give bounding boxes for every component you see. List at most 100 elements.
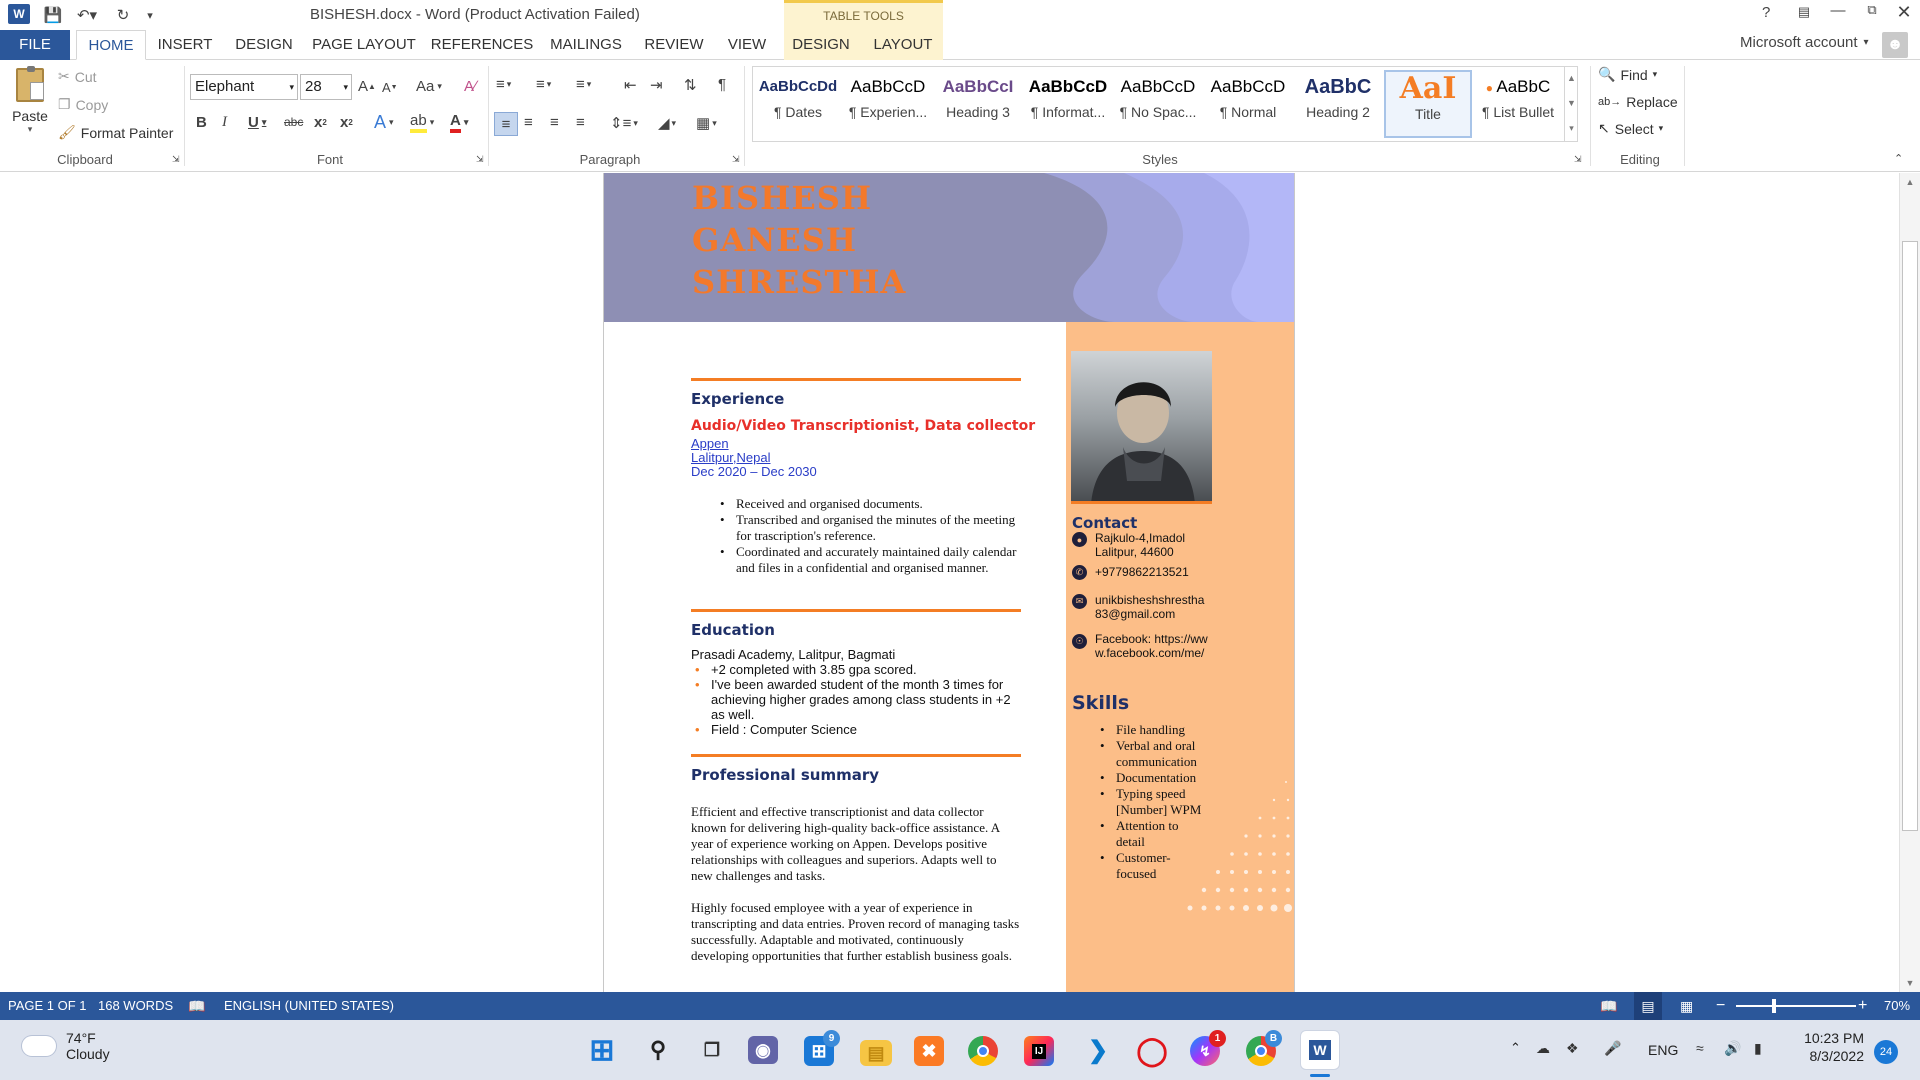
text-effects-icon[interactable]: A ▾ <box>374 112 394 133</box>
align-right-icon[interactable]: ≡ <box>550 114 559 131</box>
zoom-out-icon[interactable]: − <box>1716 992 1725 1020</box>
clear-formatting-icon[interactable]: A∕ <box>464 78 477 95</box>
zoom-in-icon[interactable]: + <box>1858 992 1867 1020</box>
ribbon-display-options-icon[interactable]: ▤ <box>1794 4 1814 20</box>
bold-icon[interactable]: B <box>196 114 207 131</box>
word-app-icon[interactable]: W <box>8 4 30 24</box>
chrome-icon[interactable] <box>968 1036 998 1066</box>
format-painter-button[interactable]: 🖌 Format Painter <box>58 124 173 141</box>
wifi-icon[interactable]: ≈ <box>1696 1040 1704 1056</box>
onedrive-icon[interactable]: ☁ <box>1536 1040 1550 1057</box>
zoom-level[interactable]: 70% <box>1884 992 1910 1020</box>
underline-icon[interactable]: U ▾ <box>248 114 266 131</box>
font-family-select[interactable]: Elephant ▾ <box>190 74 298 100</box>
strikethrough-icon[interactable]: abc <box>284 115 303 129</box>
style-list-bullet[interactable]: ● AaBbC ¶ List Bullet <box>1474 70 1562 138</box>
tab-table-design[interactable]: DESIGN <box>788 30 854 60</box>
tab-home[interactable]: HOME <box>76 30 146 60</box>
highlight-color-icon[interactable]: ab ▾ <box>410 112 434 133</box>
copy-button[interactable]: ❐ Copy <box>58 96 108 113</box>
style-dates[interactable]: AaBbCcDd ¶ Dates <box>754 70 842 138</box>
help-button[interactable]: ? <box>1762 4 1770 21</box>
borders-icon[interactable]: ▦ ▾ <box>696 114 717 132</box>
dialog-launcher-icon[interactable]: ⇲ <box>732 154 740 165</box>
redo-icon[interactable]: ↻ <box>112 6 134 24</box>
zoom-thumb[interactable] <box>1772 999 1776 1013</box>
numbering-icon[interactable]: ≡ ▾ <box>536 76 551 93</box>
tab-file[interactable]: FILE <box>0 30 70 60</box>
file-explorer-icon[interactable]: ▤ <box>860 1040 892 1066</box>
microphone-icon[interactable]: 🎤 <box>1604 1040 1621 1057</box>
input-language[interactable]: ENG <box>1648 1042 1678 1058</box>
jetbrains-icon[interactable]: IJ <box>1024 1036 1054 1066</box>
shading-icon[interactable]: ◢ ▾ <box>658 114 676 132</box>
save-icon[interactable]: 💾 <box>42 6 64 24</box>
minimize-icon[interactable]: — <box>1828 2 1848 19</box>
dialog-launcher-icon[interactable]: ⇲ <box>172 154 180 165</box>
tab-table-layout[interactable]: LAYOUT <box>870 30 936 60</box>
undo-icon[interactable]: ↶▾ <box>72 6 102 24</box>
multilevel-list-icon[interactable]: ≡ ▾ <box>576 76 591 93</box>
collapse-ribbon-icon[interactable]: ⌃ <box>1894 152 1903 165</box>
tab-insert[interactable]: INSERT <box>152 30 218 60</box>
align-left-icon[interactable]: ≡ <box>494 112 518 136</box>
decrease-indent-icon[interactable]: ⇤ <box>624 76 637 94</box>
word-count[interactable]: 168 WORDS <box>98 992 173 1020</box>
style-experience[interactable]: AaBbCcD ¶ Experien... <box>844 70 932 138</box>
font-size-select[interactable]: 28 ▾ <box>300 74 352 100</box>
clock[interactable]: 10:23 PM 8/3/2022 <box>1796 1030 1864 1064</box>
show-hide-formatting-icon[interactable]: ¶ <box>718 76 726 93</box>
cut-button[interactable]: ✂ Cut <box>58 68 97 85</box>
proofing-icon[interactable]: 📖 <box>188 992 205 1020</box>
language-indicator[interactable]: ENGLISH (UNITED STATES) <box>224 992 394 1020</box>
style-heading-2[interactable]: AaBbC Heading 2 <box>1294 70 1382 138</box>
document-page[interactable]: BISHESH GANESH SHRESTHA Contact ● Rajkul… <box>603 173 1295 992</box>
justify-icon[interactable]: ≡ <box>576 114 585 131</box>
scroll-down-icon[interactable]: ▼ <box>1900 974 1920 992</box>
style-information[interactable]: AaBbCcD ¶ Informat... <box>1024 70 1112 138</box>
zoom-slider[interactable] <box>1736 999 1856 1013</box>
paste-button[interactable]: Paste ▾ <box>8 66 52 144</box>
dialog-launcher-icon[interactable]: ⇲ <box>1574 154 1582 165</box>
scroll-up-icon[interactable]: ▲ <box>1900 173 1920 191</box>
search-icon[interactable]: ⚲ <box>640 1032 676 1068</box>
grow-font-icon[interactable]: A ▲ <box>358 78 376 95</box>
bullets-icon[interactable]: ≡ ▾ <box>496 76 511 93</box>
dropbox-icon[interactable]: ❖ <box>1566 1040 1579 1057</box>
style-heading-3[interactable]: AaBbCcI Heading 3 <box>934 70 1022 138</box>
align-center-icon[interactable]: ≡ <box>524 114 533 131</box>
shrink-font-icon[interactable]: A ▼ <box>382 80 398 95</box>
scroll-thumb[interactable] <box>1902 241 1918 831</box>
start-icon[interactable]: ⊞ <box>584 1032 620 1068</box>
restore-icon[interactable]: ⧉ <box>1862 2 1882 18</box>
page-count[interactable]: PAGE 1 OF 1 <box>8 992 87 1020</box>
find-button[interactable]: 🔍 Find ▾ <box>1598 66 1657 83</box>
tab-mailings[interactable]: MAILINGS <box>546 30 626 60</box>
increase-indent-icon[interactable]: ⇥ <box>650 76 663 94</box>
customize-qat-icon[interactable]: ▾ <box>142 9 158 22</box>
tab-references[interactable]: REFERENCES <box>428 30 536 60</box>
tab-review[interactable]: REVIEW <box>636 30 712 60</box>
web-layout-icon[interactable]: ▦ <box>1680 992 1693 1020</box>
read-mode-icon[interactable]: 📖 <box>1600 992 1617 1020</box>
chevron-up-icon[interactable]: ⌃ <box>1510 1040 1521 1056</box>
volume-icon[interactable]: 🔊 <box>1724 1040 1741 1057</box>
replace-button[interactable]: ab→ Replace <box>1598 94 1678 110</box>
messenger-icon[interactable]: ↯ 1 <box>1190 1030 1226 1066</box>
style-normal[interactable]: AaBbCcD ¶ Normal <box>1204 70 1292 138</box>
style-title[interactable]: AaI Title <box>1384 70 1472 138</box>
subscript-icon[interactable]: x2 <box>314 114 327 131</box>
tab-design[interactable]: DESIGN <box>228 30 300 60</box>
font-color-icon[interactable]: A ▾ <box>450 112 468 133</box>
teams-chat-icon[interactable]: ◉ <box>748 1036 778 1064</box>
weather-widget[interactable]: 74°F Cloudy <box>22 1030 110 1062</box>
close-icon[interactable]: ✕ <box>1894 2 1914 23</box>
battery-icon[interactable]: ▮ <box>1754 1040 1762 1057</box>
chrome-profile-icon[interactable]: B <box>1246 1030 1282 1066</box>
microsoft-account[interactable]: Microsoft account ▾ <box>1740 34 1869 51</box>
superscript-icon[interactable]: x2 <box>340 114 353 131</box>
italic-icon[interactable]: I <box>222 114 227 131</box>
task-view-icon[interactable]: ❐ <box>694 1032 730 1068</box>
avatar[interactable]: ☻ <box>1882 32 1908 58</box>
notification-count[interactable]: 24 <box>1874 1040 1898 1064</box>
